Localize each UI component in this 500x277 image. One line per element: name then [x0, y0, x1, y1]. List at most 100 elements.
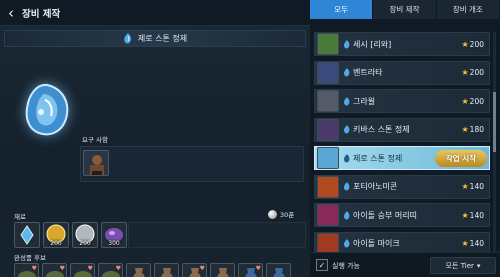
- item-thumbnail: [317, 61, 339, 84]
- tab-all[interactable]: 모두: [310, 0, 374, 19]
- recipe-list-item[interactable]: 키바스 스톤 정제 ★ 180: [314, 117, 490, 142]
- heart-icon: ♥: [59, 265, 65, 272]
- recipe-detail-panel: 제로 스톤 정제 요구 사항 재료 30푼 200 200 300 완성품 후보…: [0, 26, 310, 277]
- title-bar: ‹ 장비 제작: [0, 0, 310, 26]
- tier-badge: ★ 140: [462, 211, 485, 220]
- recipe-item-name: 그라윌: [353, 96, 376, 106]
- item-thumbnail: [317, 33, 339, 55]
- recipe-list-item[interactable]: 그라윌 ★ 200: [314, 89, 490, 113]
- material-slot[interactable]: 200: [72, 222, 98, 248]
- recipe-list-item[interactable]: 세시 [리와] ★ 200: [314, 32, 490, 56]
- bottom-filter-bar: ✓ 실행 가능 모든 Tier ▾: [310, 252, 500, 277]
- window-title: 장비 제작: [22, 8, 61, 20]
- tab-equipment-modify[interactable]: 장비 개조: [436, 0, 500, 19]
- completed-row: ♥ ♥ ♥ ♥ ♥ ♥: [14, 263, 291, 277]
- tier-value: 140: [469, 210, 484, 220]
- tier-badge: ★ 200: [462, 97, 485, 106]
- material-slot[interactable]: [14, 222, 40, 248]
- material-slot[interactable]: 300: [101, 222, 127, 248]
- chevron-down-icon: ▾: [476, 261, 481, 270]
- craftable-label: 실행 가능: [332, 262, 360, 270]
- tier-value: 200: [469, 96, 484, 106]
- refine-icon: [343, 153, 350, 162]
- heart-icon: ♥: [87, 265, 93, 272]
- recipe-item-image: [18, 81, 76, 139]
- completed-slot[interactable]: ♥: [98, 263, 123, 277]
- heart-icon: ♥: [31, 265, 37, 272]
- back-button[interactable]: ‹: [0, 0, 22, 26]
- star-icon: ★: [461, 210, 469, 220]
- completed-label: 완성품 후보: [14, 254, 46, 262]
- refine-icon: [343, 68, 350, 77]
- completed-slot[interactable]: ♥: [42, 263, 67, 277]
- material-qty: 300: [108, 240, 120, 247]
- tier-value: 200: [469, 68, 484, 77]
- tier-badge: ★ 200: [462, 40, 485, 49]
- completed-slot[interactable]: [126, 263, 151, 277]
- heart-icon: ♥: [255, 265, 261, 272]
- star-icon: ★: [461, 182, 469, 191]
- list-scrollbar[interactable]: [493, 32, 496, 252]
- start-craft-button[interactable]: 작업 시작: [435, 150, 487, 167]
- tier-badge: ★ 140: [462, 239, 485, 248]
- vase-icon: [273, 268, 285, 277]
- vase-icon: [161, 268, 173, 277]
- tier-dropdown[interactable]: 모든 Tier ▾: [430, 257, 496, 274]
- material-slot[interactable]: 200: [43, 222, 69, 248]
- tier-badge: ★ 200: [462, 68, 485, 77]
- heart-icon: ♥: [199, 265, 205, 272]
- tier-badge: ★ 140: [462, 182, 485, 191]
- recipe-item-name: 아이돌 승부 머리띠: [353, 210, 417, 220]
- item-thumbnail: [317, 118, 339, 141]
- completed-slot[interactable]: ♥: [70, 263, 95, 277]
- materials-cost: 30푼: [268, 209, 294, 219]
- material-qty: 200: [50, 240, 62, 247]
- recipe-list-panel: 모두 장비 제작 장비 개조 세시 [리와] ★ 200 벤트라타 ★ 200 그라…: [310, 0, 500, 277]
- item-thumbnail: [317, 90, 339, 112]
- completed-slot[interactable]: ♥: [182, 263, 207, 277]
- craftable-checkbox[interactable]: ✓: [316, 259, 328, 271]
- silver-coin-icon: [268, 209, 277, 219]
- completed-slot[interactable]: [154, 263, 179, 277]
- zero-stone-icon: [25, 83, 69, 136]
- star-icon: ★: [461, 68, 469, 77]
- tier-badge: ★ 180: [462, 125, 485, 134]
- requirements-box: [80, 146, 304, 182]
- recipe-list-item[interactable]: 벤트라타 ★ 200: [314, 60, 490, 85]
- refine-icon: [343, 125, 350, 134]
- recipe-item-name: 키바스 스톤 정제: [353, 125, 410, 134]
- completed-slot[interactable]: [210, 263, 235, 277]
- tab-equipment-craft[interactable]: 장비 제작: [373, 0, 437, 19]
- refine-icon: [343, 39, 350, 48]
- completed-slot[interactable]: ♥: [14, 263, 39, 277]
- crafting-screen: ‹ 장비 제작 제로 스톤 정제 요구 사항 재료 30푼 200 200 30…: [0, 0, 500, 277]
- recipe-list-item[interactable]: 아이돌 승부 머리띠 ★ 140: [314, 203, 490, 227]
- recipe-list-item[interactable]: 포티아노미콘 ★ 140: [314, 174, 490, 199]
- vase-icon: [217, 268, 229, 277]
- refine-icon: [343, 182, 350, 191]
- recipe-item-name: 아이돌 마이크: [353, 239, 400, 248]
- completed-slot[interactable]: [266, 263, 291, 277]
- materials-cost-value: 30푼: [280, 211, 295, 219]
- refine-icon: [343, 210, 350, 219]
- tier-value: 140: [469, 239, 484, 248]
- requirement-slot[interactable]: [83, 150, 109, 176]
- category-tabs: 모두 장비 제작 장비 개조: [310, 0, 500, 19]
- vase-icon: [133, 268, 145, 277]
- recipe-item-name: 포티아노미콘: [353, 182, 398, 191]
- character-icon: [90, 155, 104, 175]
- heart-icon: ♥: [115, 265, 121, 272]
- star-icon: ★: [461, 239, 469, 248]
- tier-value: 140: [469, 182, 484, 191]
- refine-icon: [343, 96, 350, 105]
- scroll-thumb[interactable]: [493, 92, 496, 152]
- completed-slot[interactable]: ♥: [238, 263, 263, 277]
- tier-value: 200: [469, 39, 484, 49]
- recipe-header: 제로 스톤 정제: [4, 30, 306, 47]
- star-icon: ★: [461, 39, 469, 49]
- chevron-left-icon: ‹: [8, 3, 14, 22]
- refine-icon: [124, 33, 131, 44]
- recipe-item-name: 세시 [리와]: [353, 39, 392, 49]
- recipe-list-item-selected[interactable]: 제로 스톤 정제 작업 시작: [314, 146, 490, 170]
- materials-empty-area: [128, 222, 306, 248]
